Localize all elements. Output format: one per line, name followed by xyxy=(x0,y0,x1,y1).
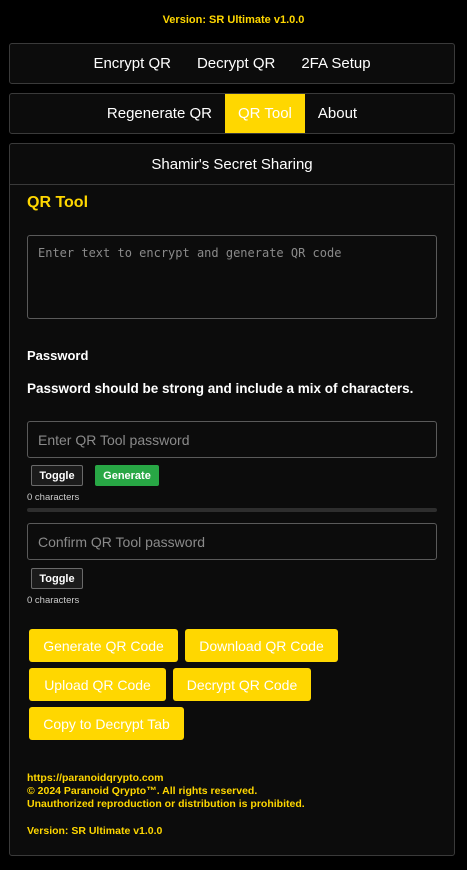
password-label: Password xyxy=(27,348,89,363)
toggle-password-button[interactable]: Toggle xyxy=(31,465,83,486)
tab-about[interactable]: About xyxy=(305,94,370,133)
copy-to-decrypt-button[interactable]: Copy to Decrypt Tab xyxy=(29,707,184,740)
toggle-confirm-button[interactable]: Toggle xyxy=(31,568,83,589)
tab-2fa-setup[interactable]: 2FA Setup xyxy=(288,44,383,83)
password-char-count: 0 characters xyxy=(27,492,80,503)
tab-encrypt-qr[interactable]: Encrypt QR xyxy=(80,44,184,83)
password-strength-bar xyxy=(27,508,437,512)
generate-qr-button[interactable]: Generate QR Code xyxy=(29,629,178,662)
section-title: QR Tool xyxy=(27,194,89,211)
version-label: Version: SR Ultimate v1.0.0 xyxy=(162,14,305,26)
generate-password-button[interactable]: Generate xyxy=(95,465,159,486)
confirm-password-input[interactable] xyxy=(27,523,437,560)
primary-nav: Encrypt QR Decrypt QR 2FA Setup xyxy=(9,43,455,84)
upload-qr-button[interactable]: Upload QR Code xyxy=(29,668,166,701)
tab-shamir-secret-sharing[interactable]: Shamir's Secret Sharing xyxy=(10,144,454,185)
password-hint: Password should be strong and include a … xyxy=(27,381,414,396)
tab-regenerate-qr[interactable]: Regenerate QR xyxy=(94,94,225,133)
footer-url[interactable]: https://paranoidqrypto.com xyxy=(27,772,164,784)
footer-notice: Unauthorized reproduction or distributio… xyxy=(27,798,305,810)
decrypt-qr-button[interactable]: Decrypt QR Code xyxy=(173,668,311,701)
confirm-char-count: 0 characters xyxy=(27,595,80,606)
footer-version: Version: SR Ultimate v1.0.0 xyxy=(27,825,163,837)
tab-decrypt-qr[interactable]: Decrypt QR xyxy=(184,44,288,83)
password-input[interactable] xyxy=(27,421,437,458)
qr-tool-panel: Shamir's Secret Sharing QR Tool Password… xyxy=(9,143,455,856)
text-input[interactable] xyxy=(27,235,437,319)
secondary-nav: Regenerate QR QR Tool About xyxy=(9,93,455,134)
tab-qr-tool[interactable]: QR Tool xyxy=(224,94,305,133)
footer-copyright: © 2024 Paranoid Qrypto™. All rights rese… xyxy=(27,785,258,797)
download-qr-button[interactable]: Download QR Code xyxy=(185,629,338,662)
